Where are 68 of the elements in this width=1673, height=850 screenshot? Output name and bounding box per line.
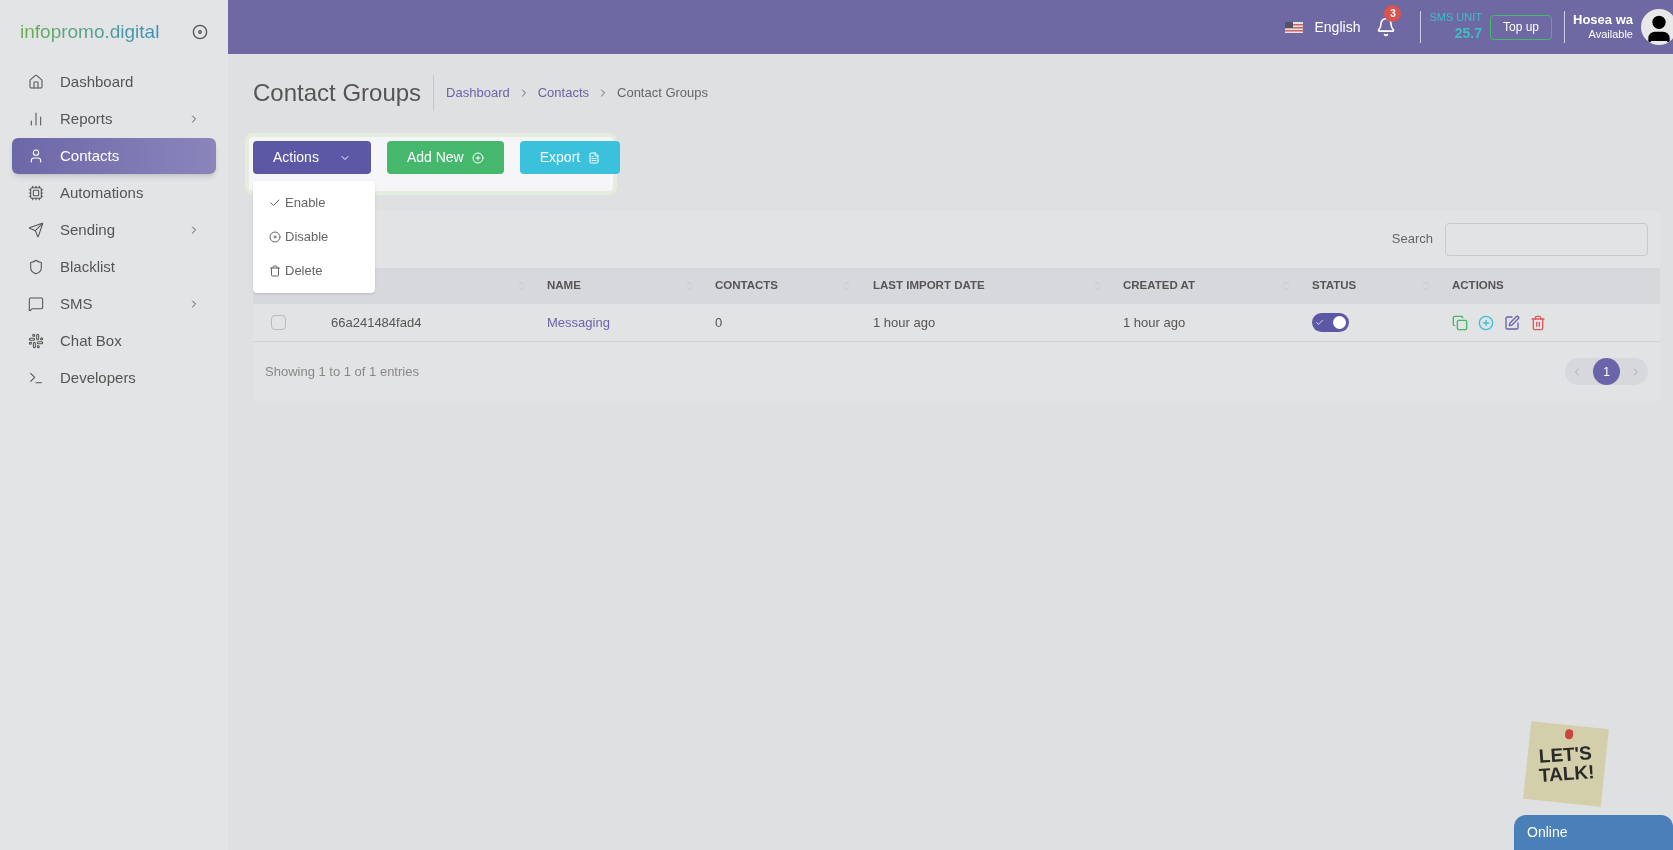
delete-icon[interactable] (1530, 314, 1546, 331)
chip-icon (28, 185, 44, 201)
terminal-icon (28, 370, 44, 386)
lets-talk-text: LET'S TALK! (1537, 742, 1597, 786)
sms-unit-value: 25.7 (1454, 25, 1482, 43)
table-cell-text: 1 hour ago (1122, 313, 1187, 332)
edit-icon[interactable] (1504, 314, 1520, 331)
column-header: STATUS (1312, 278, 1357, 294)
actions-button[interactable]: Actions (253, 141, 371, 174)
user-status: Available (1588, 28, 1633, 42)
sticky-note[interactable]: LET'S TALK! (1523, 721, 1609, 807)
chat-bubble-icon (28, 296, 44, 312)
page-button[interactable]: 1 (1593, 358, 1620, 385)
language-label[interactable]: English (1314, 16, 1361, 38)
name-link[interactable]: Messaging (535, 312, 610, 333)
breadcrumb-link[interactable]: Contacts (537, 83, 589, 103)
sidebar-item[interactable]: Blacklist (12, 249, 216, 285)
table-cell-text: 1 hour ago (872, 313, 937, 332)
flag-icon[interactable] (1284, 21, 1303, 33)
home-icon (28, 74, 44, 90)
breadcrumb-link[interactable]: Dashboard (446, 83, 510, 103)
bell-icon[interactable] (1376, 17, 1397, 37)
sidebar-item[interactable]: Developers (12, 360, 216, 396)
sidebar-item[interactable]: Contacts (12, 138, 216, 174)
status-toggle[interactable] (1312, 313, 1349, 332)
sidebar-item[interactable]: Reports (12, 101, 216, 137)
search-field[interactable] (1445, 222, 1648, 256)
plus-circle-icon (471, 151, 484, 164)
user-icon (28, 148, 44, 164)
check-icon (269, 197, 281, 209)
hash-grid-icon (28, 333, 44, 349)
dropdown-item[interactable]: Delete (253, 261, 375, 281)
entries-info: Showing 1 to 1 of 1 entries (265, 362, 419, 381)
shield-icon (28, 259, 44, 275)
copy-icon[interactable] (1452, 314, 1468, 331)
page-title: Contact Groups (253, 75, 435, 111)
trash-icon (269, 265, 281, 277)
table-cell-text: 0 (714, 313, 724, 332)
toggle-icon[interactable] (192, 24, 208, 40)
search-label: Search (1391, 230, 1433, 249)
sidebar-item[interactable]: Sending (12, 212, 216, 248)
sidebar-item[interactable]: SMS (12, 286, 216, 322)
column-header: NAME (547, 278, 581, 294)
circle-icon (269, 231, 281, 243)
notification-badge: 3 (1384, 5, 1402, 22)
bar-chart-icon (28, 111, 44, 127)
check-icon (1315, 318, 1324, 327)
plus-circle-icon[interactable] (1478, 314, 1494, 331)
table-cell-text: 66a241484fad4 (330, 313, 423, 332)
column-header: LAST IMPORT DATE (873, 278, 985, 294)
row-checkbox[interactable] (271, 315, 286, 330)
sidebar-item[interactable]: Chat Box (12, 323, 216, 359)
chat-widget-bar[interactable]: Online (1514, 815, 1673, 850)
breadcrumb-current: Contact Groups (617, 84, 709, 103)
avatar[interactable] (1641, 9, 1673, 45)
file-icon (588, 151, 601, 164)
column-header: CREATED AT (1123, 278, 1195, 294)
user-name[interactable]: Hosea wa (1573, 12, 1633, 29)
sidebar-item[interactable]: Dashboard (12, 64, 216, 100)
pin-icon (1564, 728, 1574, 740)
column-header: ACTIONS (1452, 278, 1504, 294)
sidebar-item[interactable]: Automations (12, 175, 216, 211)
paper-plane-icon (28, 222, 44, 238)
sms-unit-label: SMS UNIT (1429, 11, 1482, 26)
top-up-button[interactable]: Top up (1490, 14, 1552, 40)
column-header: CONTACTS (715, 278, 779, 294)
dropdown-item[interactable]: Disable (253, 227, 375, 247)
dropdown-item[interactable]: Enable (253, 193, 375, 213)
